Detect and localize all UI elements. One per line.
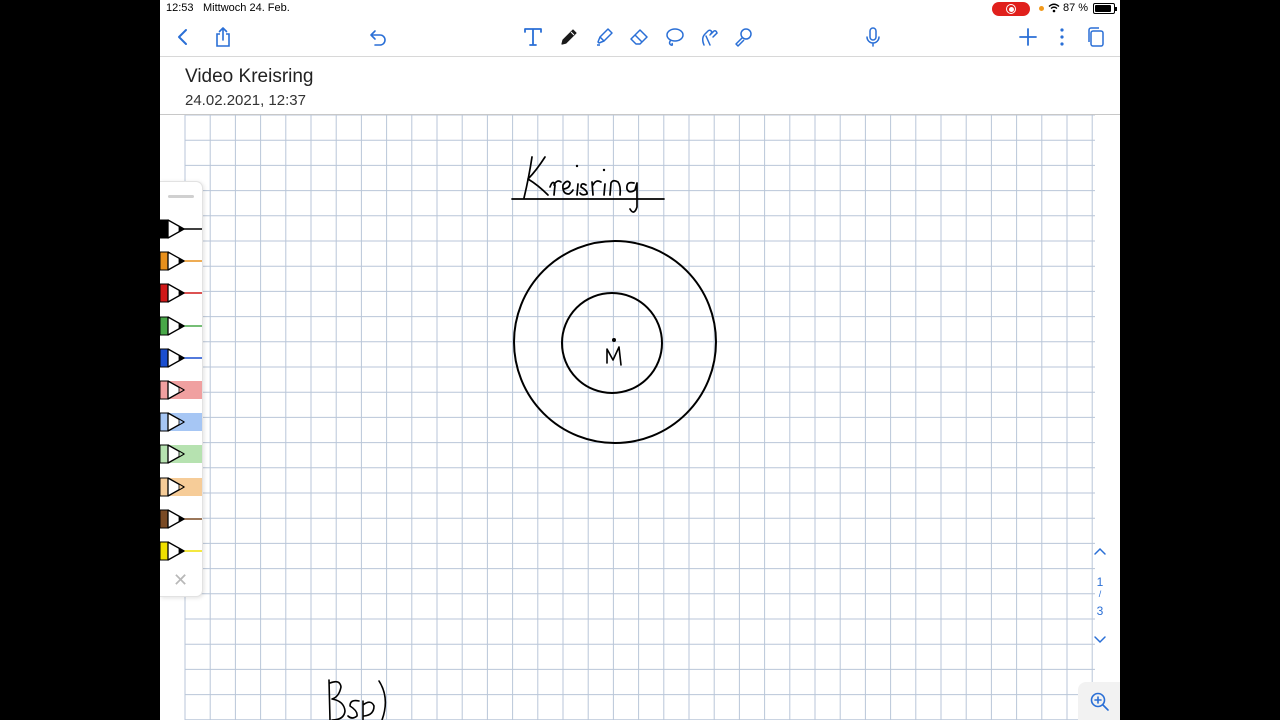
document-title[interactable]: Video Kreisring bbox=[185, 66, 314, 88]
orange-highlighter[interactable] bbox=[160, 476, 202, 498]
undo-icon bbox=[370, 30, 386, 46]
text-tool-button[interactable] bbox=[518, 22, 548, 52]
undo-button[interactable] bbox=[362, 22, 392, 52]
red-highlighter[interactable] bbox=[160, 379, 202, 401]
page-total: 3 bbox=[1096, 604, 1104, 618]
pages-icon bbox=[1088, 27, 1104, 47]
inner-circle bbox=[561, 292, 663, 394]
handwriting-kreisring bbox=[511, 156, 665, 213]
text-tool-icon bbox=[524, 28, 542, 46]
lasso-tool-button[interactable] bbox=[659, 22, 689, 52]
wifi-icon bbox=[1048, 3, 1060, 13]
green-pen[interactable] bbox=[160, 315, 202, 337]
eraser-tool-icon bbox=[630, 29, 648, 45]
toolbar bbox=[160, 18, 1120, 56]
page-down-button[interactable] bbox=[1089, 631, 1111, 649]
color-palette: ✕ bbox=[160, 181, 203, 597]
ring-drawing bbox=[513, 240, 717, 444]
ipad-screen: 12:53 Mittwoch 24. Feb. 87 % Video Kreis… bbox=[160, 0, 1120, 720]
blue-pen[interactable] bbox=[160, 347, 202, 369]
handwriting-bsp bbox=[328, 679, 387, 720]
note-canvas[interactable]: 1 / 3 bbox=[160, 115, 1120, 720]
yellow-pen[interactable] bbox=[160, 540, 202, 562]
green-highlighter[interactable] bbox=[160, 443, 202, 465]
page-up-button[interactable] bbox=[1089, 542, 1111, 560]
center-point bbox=[612, 338, 616, 342]
zoom-button[interactable] bbox=[1078, 682, 1120, 720]
pen-tool-icon bbox=[561, 29, 577, 45]
microphone-in-use-indicator bbox=[1039, 6, 1044, 11]
status-time: 12:53 bbox=[166, 2, 194, 14]
eraser-tool-button[interactable] bbox=[624, 22, 654, 52]
brown-pen[interactable] bbox=[160, 508, 202, 530]
share-button[interactable] bbox=[208, 22, 238, 52]
close-icon[interactable]: ✕ bbox=[173, 570, 188, 591]
highlighter-tool-icon bbox=[597, 28, 613, 46]
laser-pointer-icon bbox=[735, 28, 752, 47]
page-separator: / bbox=[1098, 589, 1102, 599]
header-divider bbox=[160, 56, 1120, 57]
plus-icon bbox=[1019, 28, 1037, 46]
black-pen[interactable] bbox=[160, 218, 202, 240]
shapes-tool-icon bbox=[701, 29, 718, 46]
back-button[interactable] bbox=[168, 22, 198, 52]
blue-highlighter[interactable] bbox=[160, 411, 202, 433]
pen-tool-button[interactable] bbox=[554, 22, 584, 52]
status-date: Mittwoch 24. Feb. bbox=[203, 2, 290, 14]
red-pen[interactable] bbox=[160, 282, 202, 304]
add-button[interactable] bbox=[1013, 22, 1043, 52]
shapes-tool-button[interactable] bbox=[694, 22, 724, 52]
laser-pointer-button[interactable] bbox=[728, 22, 758, 52]
page-navigator: 1 / 3 bbox=[1089, 540, 1111, 655]
status-bar: 12:53 Mittwoch 24. Feb. 87 % bbox=[160, 0, 1120, 18]
pages-button[interactable] bbox=[1081, 22, 1111, 52]
chevron-left-icon bbox=[178, 29, 187, 45]
share-icon bbox=[216, 27, 230, 47]
microphone-button[interactable] bbox=[858, 22, 888, 52]
more-icon bbox=[1060, 28, 1064, 46]
orange-pen[interactable] bbox=[160, 250, 202, 272]
page-current: 1 bbox=[1096, 575, 1104, 589]
microphone-icon bbox=[866, 27, 880, 47]
outer-circle bbox=[513, 240, 717, 444]
battery-icon bbox=[1093, 3, 1117, 14]
handwriting-layer bbox=[328, 156, 717, 720]
battery-percent: 87 % bbox=[1063, 2, 1089, 14]
zoom-in-icon bbox=[1090, 692, 1109, 711]
screen-recording-icon bbox=[992, 2, 1030, 16]
highlighter-tool-button[interactable] bbox=[589, 22, 619, 52]
palette-drag-handle[interactable] bbox=[168, 195, 194, 198]
document-date: 24.02.2021, 12:37 bbox=[185, 92, 306, 109]
more-button[interactable] bbox=[1047, 22, 1077, 52]
lasso-tool-icon bbox=[666, 28, 684, 46]
label-m bbox=[606, 346, 622, 366]
